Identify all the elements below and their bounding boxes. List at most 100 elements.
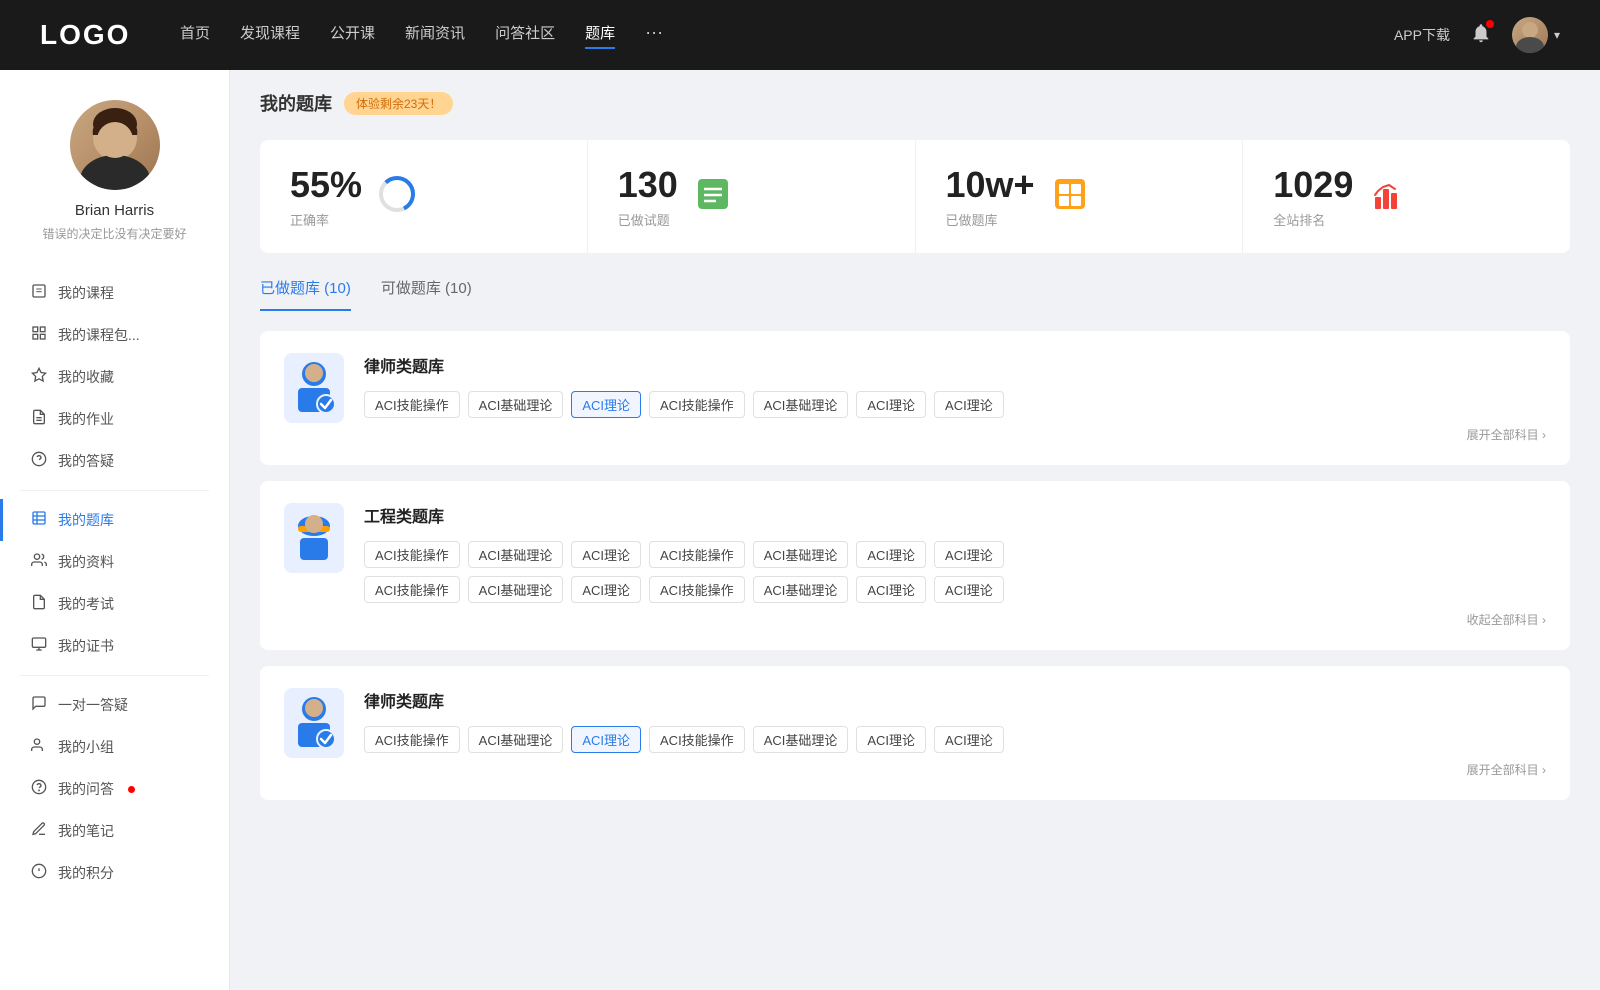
sidebar-item-qa[interactable]: 我的答疑 xyxy=(0,440,229,482)
sidebar-label-group: 我的小组 xyxy=(58,737,114,757)
profile-motto: 错误的决定比没有决定要好 xyxy=(42,225,186,242)
star-icon xyxy=(30,367,48,387)
sidebar-label-coursepack: 我的课程包... xyxy=(58,325,140,345)
eng-tag-r2-2[interactable]: ACI理论 xyxy=(571,576,641,603)
sidebar-item-notes[interactable]: 我的笔记 xyxy=(0,810,229,852)
eng-tag-5[interactable]: ACI理论 xyxy=(856,541,926,568)
eng-tag-r2-5[interactable]: ACI理论 xyxy=(856,576,926,603)
menu-divider-2 xyxy=(20,675,209,676)
sidebar-item-exam[interactable]: 我的考试 xyxy=(0,583,229,625)
stat-rank-label: 全站排名 xyxy=(1273,210,1353,229)
sidebar-item-course[interactable]: 我的课程 xyxy=(0,272,229,314)
profile-avatar-image xyxy=(70,100,160,190)
eng-tag-4[interactable]: ACI基础理论 xyxy=(753,541,849,568)
stat-questions-done-value: 130 xyxy=(618,164,678,206)
eng-tag-0[interactable]: ACI技能操作 xyxy=(364,541,460,568)
sidebar-label-course: 我的课程 xyxy=(58,283,114,303)
sidebar-label-favorites: 我的收藏 xyxy=(58,367,114,387)
sidebar-label-1on1: 一对一答疑 xyxy=(58,695,128,715)
logo[interactable]: LOGO xyxy=(40,19,140,51)
tag-0[interactable]: ACI技能操作 xyxy=(364,391,460,418)
tab-done[interactable]: 已做题库 (10) xyxy=(260,277,351,310)
tag-3[interactable]: ACI技能操作 xyxy=(649,391,745,418)
nav-home[interactable]: 首页 xyxy=(180,22,210,49)
sidebar-item-points[interactable]: 我的积分 xyxy=(0,852,229,894)
sidebar-label-questions: 我的问答 xyxy=(58,779,114,799)
eng-tag-r2-3[interactable]: ACI技能操作 xyxy=(649,576,745,603)
sidebar-label-homework: 我的作业 xyxy=(58,409,114,429)
eng-tag-r2-0[interactable]: ACI技能操作 xyxy=(364,576,460,603)
nav-discover[interactable]: 发现课程 xyxy=(240,22,300,49)
nav-opencourse[interactable]: 公开课 xyxy=(330,22,375,49)
menu-divider-1 xyxy=(20,490,209,491)
profile-avatar xyxy=(70,100,160,190)
eng-tag-r2-4[interactable]: ACI基础理论 xyxy=(753,576,849,603)
bank-name-lawyer-2: 律师类题库 xyxy=(364,688,1546,712)
profile-section: Brian Harris 错误的决定比没有决定要好 xyxy=(0,70,229,262)
user-avatar-wrap[interactable]: ▾ xyxy=(1512,17,1560,53)
qa-icon xyxy=(30,451,48,471)
bank-icon-lawyer-2 xyxy=(284,688,344,758)
sidebar-item-questionbank[interactable]: 我的题库 xyxy=(0,499,229,541)
lawyer2-svg-icon xyxy=(288,693,340,753)
sidebar-item-coursepack[interactable]: 我的课程包... xyxy=(0,314,229,356)
eng-tag-1[interactable]: ACI基础理论 xyxy=(468,541,564,568)
header: LOGO 首页 发现课程 公开课 新闻资讯 问答社区 题库 ··· APP下载 xyxy=(0,0,1600,70)
nav-questionbank[interactable]: 题库 xyxy=(585,22,615,49)
tag-2[interactable]: ACI理论 xyxy=(571,391,641,418)
tag-4[interactable]: ACI基础理论 xyxy=(753,391,849,418)
nav-more[interactable]: ··· xyxy=(645,22,663,49)
stat-rank: 1029 全站排名 xyxy=(1243,140,1570,253)
bank-card-lawyer-1: 律师类题库 ACI技能操作 ACI基础理论 ACI理论 ACI技能操作 ACI基… xyxy=(260,331,1570,465)
points-icon xyxy=(30,863,48,883)
main-content: 我的题库 体验剩余23天！ 55% 正确率 xyxy=(230,70,1600,990)
tag-6[interactable]: ACI理论 xyxy=(934,391,1004,418)
l2-tag-0[interactable]: ACI技能操作 xyxy=(364,726,460,753)
sidebar-item-homework[interactable]: 我的作业 xyxy=(0,398,229,440)
eng-tag-2[interactable]: ACI理论 xyxy=(571,541,641,568)
tag-1[interactable]: ACI基础理论 xyxy=(468,391,564,418)
stat-questions-done-label: 已做试题 xyxy=(618,210,678,229)
sidebar-item-1on1[interactable]: 一对一答疑 xyxy=(0,684,229,726)
sidebar-label-notes: 我的笔记 xyxy=(58,821,114,841)
course-icon xyxy=(30,283,48,303)
l2-tag-1[interactable]: ACI基础理论 xyxy=(468,726,564,753)
engineer-svg-icon xyxy=(288,508,340,568)
eng-tag-3[interactable]: ACI技能操作 xyxy=(649,541,745,568)
nav-news[interactable]: 新闻资讯 xyxy=(405,22,465,49)
l2-tag-2[interactable]: ACI理论 xyxy=(571,726,641,753)
notes-icon xyxy=(30,821,48,841)
stat-banks-done: 10w+ 已做题库 xyxy=(916,140,1244,253)
chat-icon xyxy=(30,695,48,715)
tag-5[interactable]: ACI理论 xyxy=(856,391,926,418)
stat-accuracy-value: 55% xyxy=(290,164,362,206)
eng-tag-r2-1[interactable]: ACI基础理论 xyxy=(468,576,564,603)
sidebar-label-points: 我的积分 xyxy=(58,863,114,883)
accuracy-icon xyxy=(378,175,416,218)
banks-icon xyxy=(1051,175,1089,218)
l2-tag-4[interactable]: ACI基础理论 xyxy=(753,726,849,753)
notification-bell[interactable] xyxy=(1470,22,1492,49)
sidebar-item-certificate[interactable]: 我的证书 xyxy=(0,625,229,667)
user-avatar xyxy=(1512,17,1548,53)
bank-icon-engineer xyxy=(284,503,344,573)
eng-tag-r2-6[interactable]: ACI理论 xyxy=(934,576,1004,603)
header-right: APP下载 ▾ xyxy=(1394,17,1560,53)
expand-btn-engineer[interactable]: 收起全部科目 › xyxy=(364,611,1546,628)
sidebar-item-group[interactable]: 我的小组 xyxy=(0,726,229,768)
sidebar-item-profile[interactable]: 我的资料 xyxy=(0,541,229,583)
sidebar-item-favorites[interactable]: 我的收藏 xyxy=(0,356,229,398)
expand-btn-lawyer-2[interactable]: 展开全部科目 › xyxy=(364,761,1546,778)
tab-available[interactable]: 可做题库 (10) xyxy=(381,277,472,310)
sidebar-menu: 我的课程 我的课程包... 我的收藏 我的作业 xyxy=(0,262,229,904)
lawyer-svg-icon xyxy=(288,358,340,418)
nav-qa[interactable]: 问答社区 xyxy=(495,22,555,49)
sidebar-item-questions[interactable]: 我的问答 xyxy=(0,768,229,810)
l2-tag-5[interactable]: ACI理论 xyxy=(856,726,926,753)
expand-btn-lawyer-1[interactable]: 展开全部科目 › xyxy=(364,426,1546,443)
bank-name-lawyer-1: 律师类题库 xyxy=(364,353,1546,377)
eng-tag-6[interactable]: ACI理论 xyxy=(934,541,1004,568)
l2-tag-3[interactable]: ACI技能操作 xyxy=(649,726,745,753)
l2-tag-6[interactable]: ACI理论 xyxy=(934,726,1004,753)
app-download-link[interactable]: APP下载 xyxy=(1394,25,1450,45)
